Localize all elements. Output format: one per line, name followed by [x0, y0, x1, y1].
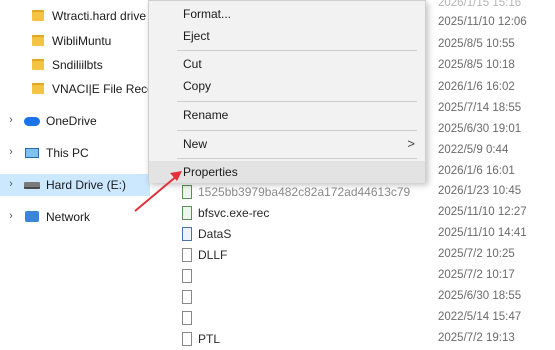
nav-folder-4[interactable]: VNACI|E File Reco: [0, 78, 154, 100]
folder-icon: [32, 59, 44, 70]
context-menu: Format... Eject Cut Copy Rename New > Pr…: [148, 0, 426, 183]
file-row[interactable]: DataS 2025/11/10 14:41: [160, 224, 555, 245]
menu-item-label: Copy: [183, 79, 212, 93]
menu-item-label: New: [183, 137, 208, 151]
file-icon: [182, 206, 192, 220]
file-icon: [182, 248, 192, 262]
menu-item-copy[interactable]: Copy: [149, 75, 425, 97]
folder-icon: [32, 10, 44, 21]
menu-item-format[interactable]: Format...: [149, 3, 425, 25]
file-name: PTL: [198, 332, 221, 346]
chevron-right-icon[interactable]: ›: [6, 146, 16, 158]
folder-icon: [32, 35, 44, 46]
this-pc-icon: [25, 148, 39, 158]
nav-item-this-pc[interactable]: › This PC: [0, 142, 150, 164]
file-row[interactable]: 2025/6/30 18:55: [160, 287, 555, 308]
folder-icon: [32, 83, 44, 94]
file-date: 2025/11/10 12:27: [438, 206, 527, 218]
nav-item-hard-drive[interactable]: › Hard Drive (E:): [0, 174, 150, 196]
file-name: DataS: [198, 227, 232, 241]
file-row[interactable]: 2025/7/2 10:17: [160, 266, 555, 287]
file-date: 2025/6/30 18:55: [438, 290, 522, 302]
menu-item-rename[interactable]: Rename: [149, 104, 425, 126]
nav-folder-1[interactable]: Wtracti.hard drive: [0, 5, 150, 27]
file-row[interactable]: PTL 2025/7/2 19:13: [160, 329, 555, 350]
chevron-right-icon[interactable]: ›: [6, 178, 16, 190]
menu-separator: [177, 158, 417, 159]
file-icon: [182, 311, 192, 325]
file-date: 2026/1/23 10:45: [438, 185, 522, 197]
menu-separator: [177, 101, 417, 102]
menu-item-label: Eject: [183, 29, 210, 43]
file-icon: [182, 269, 192, 283]
file-row[interactable]: bfsvc.exe-rec 2025/11/10 12:27: [160, 203, 555, 224]
file-icon: [182, 290, 192, 304]
file-icon: [182, 332, 192, 346]
chevron-right-icon[interactable]: ›: [6, 210, 16, 222]
nav-folder-label: Sndiliilbts: [52, 58, 103, 72]
menu-item-label: Cut: [183, 57, 202, 71]
nav-folder-label: Wtracti.hard drive: [52, 9, 147, 23]
menu-item-label: Properties: [183, 165, 238, 179]
nav-folder-label: VNACI|E File Reco: [52, 82, 154, 96]
nav-folder-2[interactable]: WibliMuntu: [0, 30, 150, 52]
nav-item-label: Network: [46, 210, 91, 224]
menu-item-label: Rename: [183, 108, 229, 122]
nav-folder-label: WibliMuntu: [52, 34, 112, 48]
file-date: 2025/7/2 10:17: [438, 269, 515, 281]
file-row[interactable]: 2022/5/14 15:47: [160, 308, 555, 329]
onedrive-cloud-icon: [24, 117, 40, 126]
file-date: 2026/1/6 16:01: [438, 165, 515, 177]
file-name: bfsvc.exe-rec: [198, 206, 270, 220]
file-icon: [182, 185, 192, 199]
file-date: 2025/7/14 18:55: [438, 102, 522, 114]
nav-item-label: OneDrive: [46, 114, 97, 128]
menu-item-label: Format...: [183, 7, 232, 21]
menu-separator: [177, 50, 417, 51]
file-row[interactable]: DLLF 2025/7/2 10:25: [160, 245, 555, 266]
menu-item-cut[interactable]: Cut: [149, 53, 425, 75]
menu-item-properties[interactable]: Properties: [149, 161, 425, 183]
file-date: 2026/1/15 15:16: [438, 0, 522, 9]
menu-item-eject[interactable]: Eject: [149, 25, 425, 47]
menu-separator: [177, 130, 417, 131]
file-date: 2022/5/9 0:44: [438, 144, 509, 156]
file-date: 2025/7/2 19:13: [438, 332, 515, 344]
file-name: DLLF: [198, 248, 228, 262]
file-icon: [182, 227, 192, 241]
file-date: 2025/8/5 10:55: [438, 38, 515, 50]
nav-folder-3[interactable]: Sndiliilbts: [0, 54, 150, 76]
menu-item-new[interactable]: New >: [149, 133, 425, 155]
submenu-arrow-icon: >: [407, 136, 415, 151]
file-date: 2022/5/14 15:47: [438, 311, 522, 323]
chevron-right-icon[interactable]: ›: [6, 114, 16, 126]
nav-item-onedrive[interactable]: › OneDrive: [0, 110, 150, 132]
file-date: 2025/11/10 12:06: [438, 16, 527, 28]
file-name: 1525bb3979ba482c82a172ad44613c79: [198, 185, 411, 199]
hard-drive-icon: [24, 182, 40, 189]
network-icon: [25, 211, 39, 222]
file-row[interactable]: 1525bb3979ba482c82a172ad44613c79 2026/1/…: [160, 182, 555, 203]
file-date: 2025/11/10 14:41: [438, 227, 527, 239]
file-date: 2025/6/30 19:01: [438, 123, 522, 135]
file-date: 2026/1/6 16:02: [438, 81, 515, 93]
nav-item-label: This PC: [46, 146, 89, 160]
navigation-pane: Wtracti.hard drive WibliMuntu Sndiliilbt…: [0, 0, 160, 345]
file-date: 2025/8/5 10:18: [438, 59, 515, 71]
file-date: 2025/7/2 10:25: [438, 248, 515, 260]
nav-item-label: Hard Drive (E:): [46, 178, 127, 192]
nav-item-network[interactable]: › Network: [0, 206, 150, 228]
